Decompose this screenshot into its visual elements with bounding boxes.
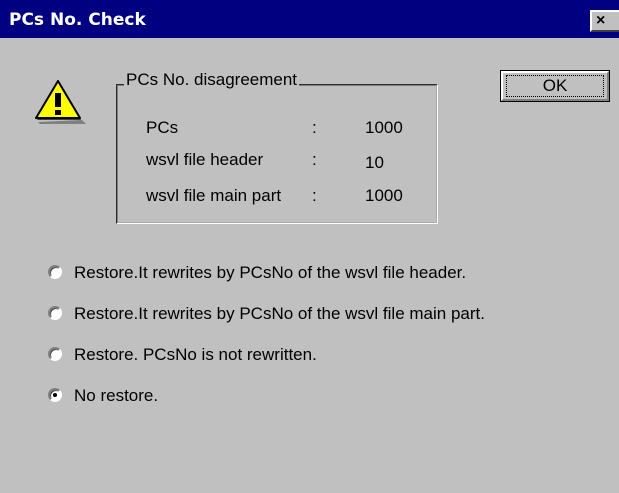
close-button[interactable]: × <box>590 10 619 32</box>
ok-button[interactable]: OK <box>500 70 610 102</box>
warning-icon <box>35 80 86 124</box>
option-label[interactable]: Restore.It rewrites by PCsNo of the wsvl… <box>74 304 485 324</box>
radio-dot <box>53 393 57 397</box>
ok-button-label: OK <box>542 76 568 95</box>
main-part-separator: : <box>312 186 317 205</box>
header-separator: : <box>312 150 317 169</box>
header-value: 10 <box>365 153 384 172</box>
main-part-value: 1000 <box>365 186 403 205</box>
window-title: PCs No. Check <box>9 10 146 30</box>
main-part-label: wsvl file main part <box>146 186 282 205</box>
pcs-label: PCs <box>146 118 179 137</box>
option-label[interactable]: No restore. <box>74 386 158 406</box>
group-legend: PCs No. disagreement <box>124 70 300 90</box>
radio-button[interactable] <box>48 347 62 361</box>
close-icon: × <box>596 12 606 29</box>
option-label[interactable]: Restore.It rewrites by PCsNo of the wsvl… <box>74 263 466 283</box>
header-label: wsvl file header <box>146 150 264 169</box>
pcs-separator: : <box>312 118 317 137</box>
title-bar[interactable]: PCs No. Check × <box>0 0 619 38</box>
pcs-value: 1000 <box>365 118 403 137</box>
radio-button[interactable] <box>48 306 62 320</box>
radio-button-selected[interactable] <box>48 388 62 402</box>
radio-button[interactable] <box>48 265 62 279</box>
option-label[interactable]: Restore. PCsNo is not rewritten. <box>74 345 317 365</box>
dialog-window: PCs No. Check × PCs No. disagreement PCs… <box>0 0 619 493</box>
